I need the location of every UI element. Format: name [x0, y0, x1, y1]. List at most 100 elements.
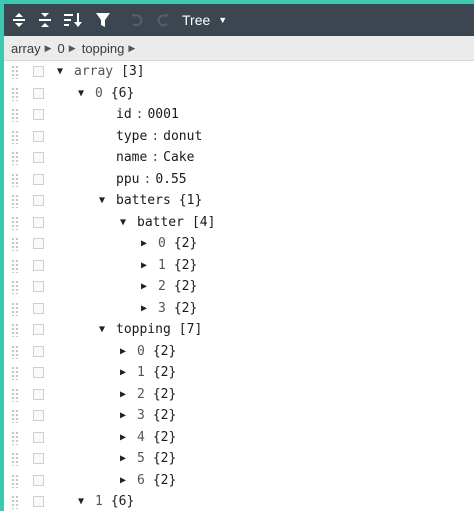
- node-key[interactable]: name: [116, 150, 147, 165]
- tree-row[interactable]: ▶ 0 {2}: [4, 233, 474, 255]
- context-menu-button[interactable]: [33, 195, 44, 206]
- collapse-toggle-icon[interactable]: ▶: [138, 238, 150, 249]
- drag-handle-icon[interactable]: [11, 151, 19, 165]
- tree-row[interactable]: ▶ 6 {2}: [4, 470, 474, 492]
- node-key[interactable]: topping: [116, 322, 171, 337]
- tree-row[interactable]: id:0001: [4, 104, 474, 126]
- tree-row[interactable]: ▼ array [3]: [4, 61, 474, 83]
- context-menu-button[interactable]: [33, 496, 44, 507]
- context-menu-button[interactable]: [33, 302, 44, 314]
- undo-icon[interactable]: [126, 10, 148, 30]
- tree-row[interactable]: ▶ 5 {2}: [4, 448, 474, 470]
- tree-row[interactable]: ▼ 0 {6}: [4, 83, 474, 105]
- node-key[interactable]: batters: [116, 193, 171, 208]
- context-menu-button[interactable]: [33, 281, 44, 292]
- context-menu-button[interactable]: [33, 87, 44, 99]
- drag-handle-icon[interactable]: [11, 280, 19, 294]
- drag-handle-icon[interactable]: [11, 452, 19, 466]
- node-value[interactable]: Cake: [163, 150, 194, 165]
- tree-row[interactable]: ▼ 1 {6}: [4, 491, 474, 511]
- context-menu-button[interactable]: [33, 367, 44, 378]
- drag-handle-icon[interactable]: [11, 409, 19, 423]
- node-value[interactable]: 0001: [147, 107, 178, 122]
- collapse-toggle-icon[interactable]: ▶: [117, 346, 129, 357]
- tree-row[interactable]: ▶ 1 {2}: [4, 362, 474, 384]
- expand-toggle-icon[interactable]: ▼: [96, 195, 108, 206]
- tree-row[interactable]: ▶ 1 {2}: [4, 255, 474, 277]
- drag-handle-icon[interactable]: [11, 172, 19, 187]
- context-menu-button[interactable]: [33, 173, 44, 185]
- collapse-toggle-icon[interactable]: ▶: [117, 475, 129, 486]
- node-key[interactable]: batter: [137, 215, 184, 230]
- node-key[interactable]: type: [116, 129, 147, 144]
- drag-handle-icon[interactable]: [11, 430, 19, 445]
- context-menu-button[interactable]: [33, 152, 44, 163]
- collapse-toggle-icon[interactable]: ▶: [117, 453, 129, 464]
- collapse-toggle-icon[interactable]: ▶: [117, 367, 129, 378]
- filter-icon[interactable]: [92, 10, 114, 30]
- tree-row[interactable]: ▶ 3 {2}: [4, 405, 474, 427]
- tree-row[interactable]: ▼ topping [7]: [4, 319, 474, 341]
- tree-row[interactable]: ppu:0.55: [4, 169, 474, 191]
- tree-row[interactable]: ▶ 0 {2}: [4, 341, 474, 363]
- drag-handle-icon[interactable]: [11, 366, 19, 380]
- collapse-toggle-icon[interactable]: ▶: [138, 281, 150, 292]
- collapse-toggle-icon[interactable]: ▶: [117, 432, 129, 443]
- node-value[interactable]: 0.55: [155, 172, 186, 187]
- tree-row[interactable]: ▼ batter [4]: [4, 212, 474, 234]
- drag-handle-icon[interactable]: [11, 344, 19, 359]
- collapse-toggle-icon[interactable]: ▶: [138, 303, 150, 314]
- expand-toggle-icon[interactable]: ▼: [75, 496, 87, 507]
- context-menu-button[interactable]: [33, 238, 44, 249]
- context-menu-button[interactable]: [33, 324, 44, 335]
- expand-all-icon[interactable]: [8, 10, 30, 30]
- context-menu-button[interactable]: [33, 431, 44, 443]
- context-menu-button[interactable]: [33, 345, 44, 357]
- context-menu-button[interactable]: [33, 259, 44, 271]
- expand-toggle-icon[interactable]: ▼: [54, 66, 66, 77]
- drag-handle-icon[interactable]: [11, 215, 19, 230]
- context-menu-button[interactable]: [33, 388, 44, 400]
- context-menu-button[interactable]: [33, 109, 44, 120]
- drag-handle-icon[interactable]: [11, 108, 19, 122]
- breadcrumb-item[interactable]: 0: [58, 41, 65, 56]
- expand-toggle-icon[interactable]: ▼: [96, 324, 108, 335]
- drag-handle-icon[interactable]: [11, 86, 19, 101]
- node-value[interactable]: donut: [163, 129, 202, 144]
- drag-handle-icon[interactable]: [11, 237, 19, 251]
- drag-handle-icon[interactable]: [11, 323, 19, 337]
- redo-icon[interactable]: [152, 10, 174, 30]
- node-key[interactable]: id: [116, 107, 132, 122]
- node-key[interactable]: ppu: [116, 172, 139, 187]
- breadcrumb-item[interactable]: topping: [82, 41, 125, 56]
- context-menu-button[interactable]: [33, 474, 44, 486]
- tree-row[interactable]: type: donut: [4, 126, 474, 148]
- collapse-toggle-icon[interactable]: ▶: [117, 410, 129, 421]
- context-menu-button[interactable]: [33, 216, 44, 228]
- tree-row[interactable]: ▶ 4 {2}: [4, 427, 474, 449]
- tree-row[interactable]: ▶ 3 {2}: [4, 298, 474, 320]
- drag-handle-icon[interactable]: [11, 129, 19, 144]
- drag-handle-icon[interactable]: [11, 258, 19, 273]
- tree-row[interactable]: name: Cake: [4, 147, 474, 169]
- mode-select[interactable]: Tree ▼: [182, 9, 227, 31]
- context-menu-button[interactable]: [33, 66, 44, 77]
- context-menu-button[interactable]: [33, 453, 44, 464]
- drag-handle-icon[interactable]: [11, 495, 19, 509]
- expand-toggle-icon[interactable]: ▼: [117, 217, 129, 228]
- tree-row[interactable]: ▶ 2 {2}: [4, 384, 474, 406]
- collapse-toggle-icon[interactable]: ▶: [138, 260, 150, 271]
- collapse-toggle-icon[interactable]: ▶: [117, 389, 129, 400]
- drag-handle-icon[interactable]: [11, 473, 19, 488]
- drag-handle-icon[interactable]: [11, 387, 19, 402]
- breadcrumb-item[interactable]: array: [11, 41, 41, 56]
- tree-row[interactable]: ▶ 2 {2}: [4, 276, 474, 298]
- drag-handle-icon[interactable]: [11, 301, 19, 316]
- drag-handle-icon[interactable]: [11, 194, 19, 208]
- context-menu-button[interactable]: [33, 130, 44, 142]
- collapse-all-icon[interactable]: [34, 10, 56, 30]
- context-menu-button[interactable]: [33, 410, 44, 421]
- tree-row[interactable]: ▼ batters {1}: [4, 190, 474, 212]
- drag-handle-icon[interactable]: [11, 65, 19, 79]
- expand-toggle-icon[interactable]: ▼: [75, 88, 87, 99]
